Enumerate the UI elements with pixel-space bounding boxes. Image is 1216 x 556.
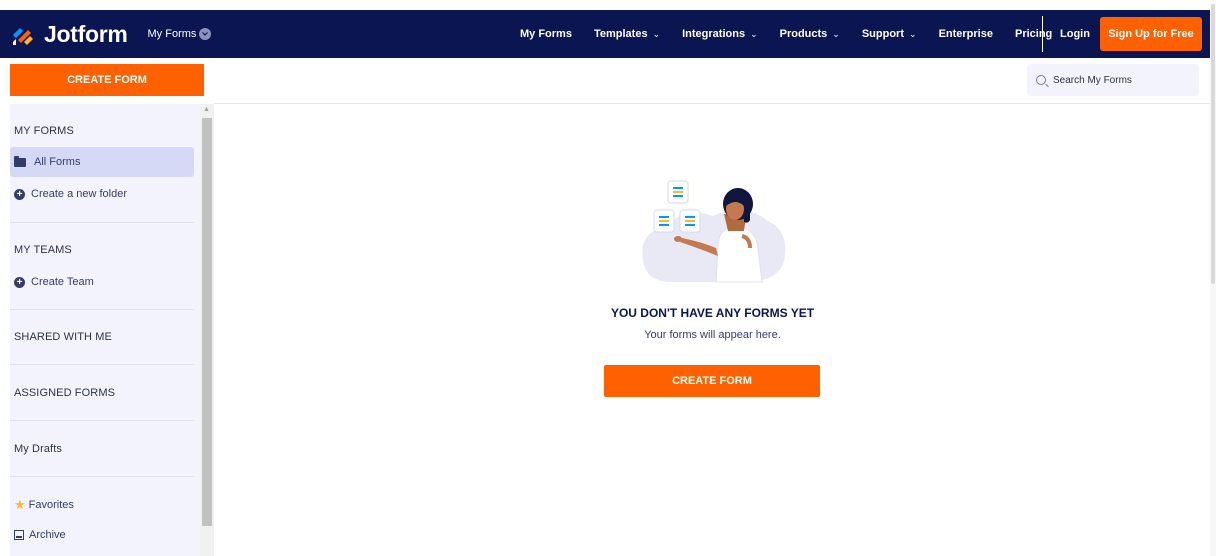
scroll-up-arrow-icon[interactable]: ▲ — [203, 106, 210, 113]
sidebar-item-my-drafts[interactable]: My Drafts — [14, 443, 62, 455]
nav-templates[interactable]: Templates ⌄ — [594, 28, 660, 40]
sidebar-item-label: Archive — [29, 529, 66, 541]
my-forms-context-dropdown[interactable]: My Forms — [148, 28, 212, 40]
chevron-down-icon: ⌄ — [909, 28, 917, 39]
sidebar-item-all-forms[interactable]: All Forms — [10, 147, 194, 177]
nav-enterprise[interactable]: Enterprise — [939, 28, 993, 40]
sidebar-scrollbar-thumb[interactable] — [202, 118, 212, 526]
chevron-down-icon: ⌄ — [832, 28, 840, 39]
sidebar-divider — [10, 222, 194, 223]
plus-circle-icon: + — [14, 276, 25, 288]
login-link[interactable]: Login — [1060, 10, 1090, 58]
sidebar-divider — [10, 476, 194, 477]
nav-products[interactable]: Products ⌄ — [780, 28, 840, 40]
main-header-divider — [214, 103, 1210, 104]
sidebar-divider — [10, 309, 194, 310]
nav-label: Enterprise — [938, 28, 993, 40]
nav-label: Pricing — [1014, 28, 1053, 40]
jotform-logo[interactable]: Jotform — [10, 10, 128, 58]
empty-state-title: YOU DON'T HAVE ANY FORMS YET — [610, 306, 815, 320]
nav-label: Templates — [593, 28, 648, 40]
nav-label: Support — [861, 28, 905, 40]
search-input[interactable]: Search My Forms — [1027, 64, 1199, 96]
plus-circle-icon: + — [14, 188, 25, 200]
sidebar-item-create-folder[interactable]: + Create a new folder — [14, 188, 127, 200]
chevron-down-icon: ⌄ — [750, 28, 758, 39]
search-icon — [1036, 75, 1046, 85]
star-icon: ★ — [14, 497, 26, 512]
sidebar-item-label: Create a new folder — [31, 188, 127, 200]
chevron-down-icon: ⌄ — [652, 28, 661, 39]
sidebar-item-create-team[interactable]: + Create Team — [14, 276, 94, 288]
nav-label: Products — [779, 28, 828, 40]
sidebar-divider — [10, 364, 194, 365]
sidebar-item-archive[interactable]: Archive — [14, 529, 66, 541]
context-dropdown-label: My Forms — [147, 28, 197, 40]
nav-my-forms[interactable]: My Forms — [520, 28, 572, 40]
search-placeholder: Search My Forms — [1053, 74, 1132, 86]
nav-label: Integrations — [682, 28, 746, 40]
brand-name: Jotform — [44, 20, 128, 47]
sidebar-item-label: All Forms — [34, 156, 81, 168]
nav-divider — [1042, 16, 1043, 52]
sidebar-item-label: Favorites — [28, 499, 74, 511]
sidebar-item-assigned-forms[interactable]: ASSIGNED FORMS — [14, 387, 115, 399]
sidebar-create-form-button[interactable]: CREATE FORM — [10, 64, 204, 96]
sidebar-item-label: Create Team — [31, 276, 94, 288]
main-nav: My Forms Templates ⌄ Integrations ⌄ Produc… — [520, 10, 1074, 58]
sidebar-item-favorites[interactable]: ★ Favorites — [14, 497, 74, 513]
empty-state-illustration — [638, 176, 788, 286]
page-scrollbar-thumb[interactable] — [1211, 4, 1215, 284]
top-navbar: Jotform My Forms My Forms Templates ⌄ Int… — [0, 10, 1210, 58]
nav-label: My Forms — [520, 28, 572, 40]
archive-icon — [14, 530, 24, 540]
sidebar-item-shared-with-me[interactable]: SHARED WITH ME — [14, 331, 112, 343]
folder-icon — [14, 155, 26, 167]
nav-support[interactable]: Support ⌄ — [862, 28, 917, 40]
chevron-down-icon — [199, 28, 212, 40]
nav-pricing[interactable]: Pricing — [1015, 28, 1052, 40]
sidebar-divider — [10, 420, 194, 421]
jotform-logo-icon — [10, 21, 36, 47]
signup-button[interactable]: Sign Up for Free — [1100, 17, 1202, 51]
nav-integrations[interactable]: Integrations ⌄ — [682, 28, 758, 40]
my-forms-heading: MY FORMS — [14, 125, 74, 137]
create-form-button[interactable]: CREATE FORM — [604, 365, 820, 397]
my-teams-heading: MY TEAMS — [14, 244, 72, 256]
empty-state-subtitle: Your forms will appear here. — [644, 329, 781, 341]
